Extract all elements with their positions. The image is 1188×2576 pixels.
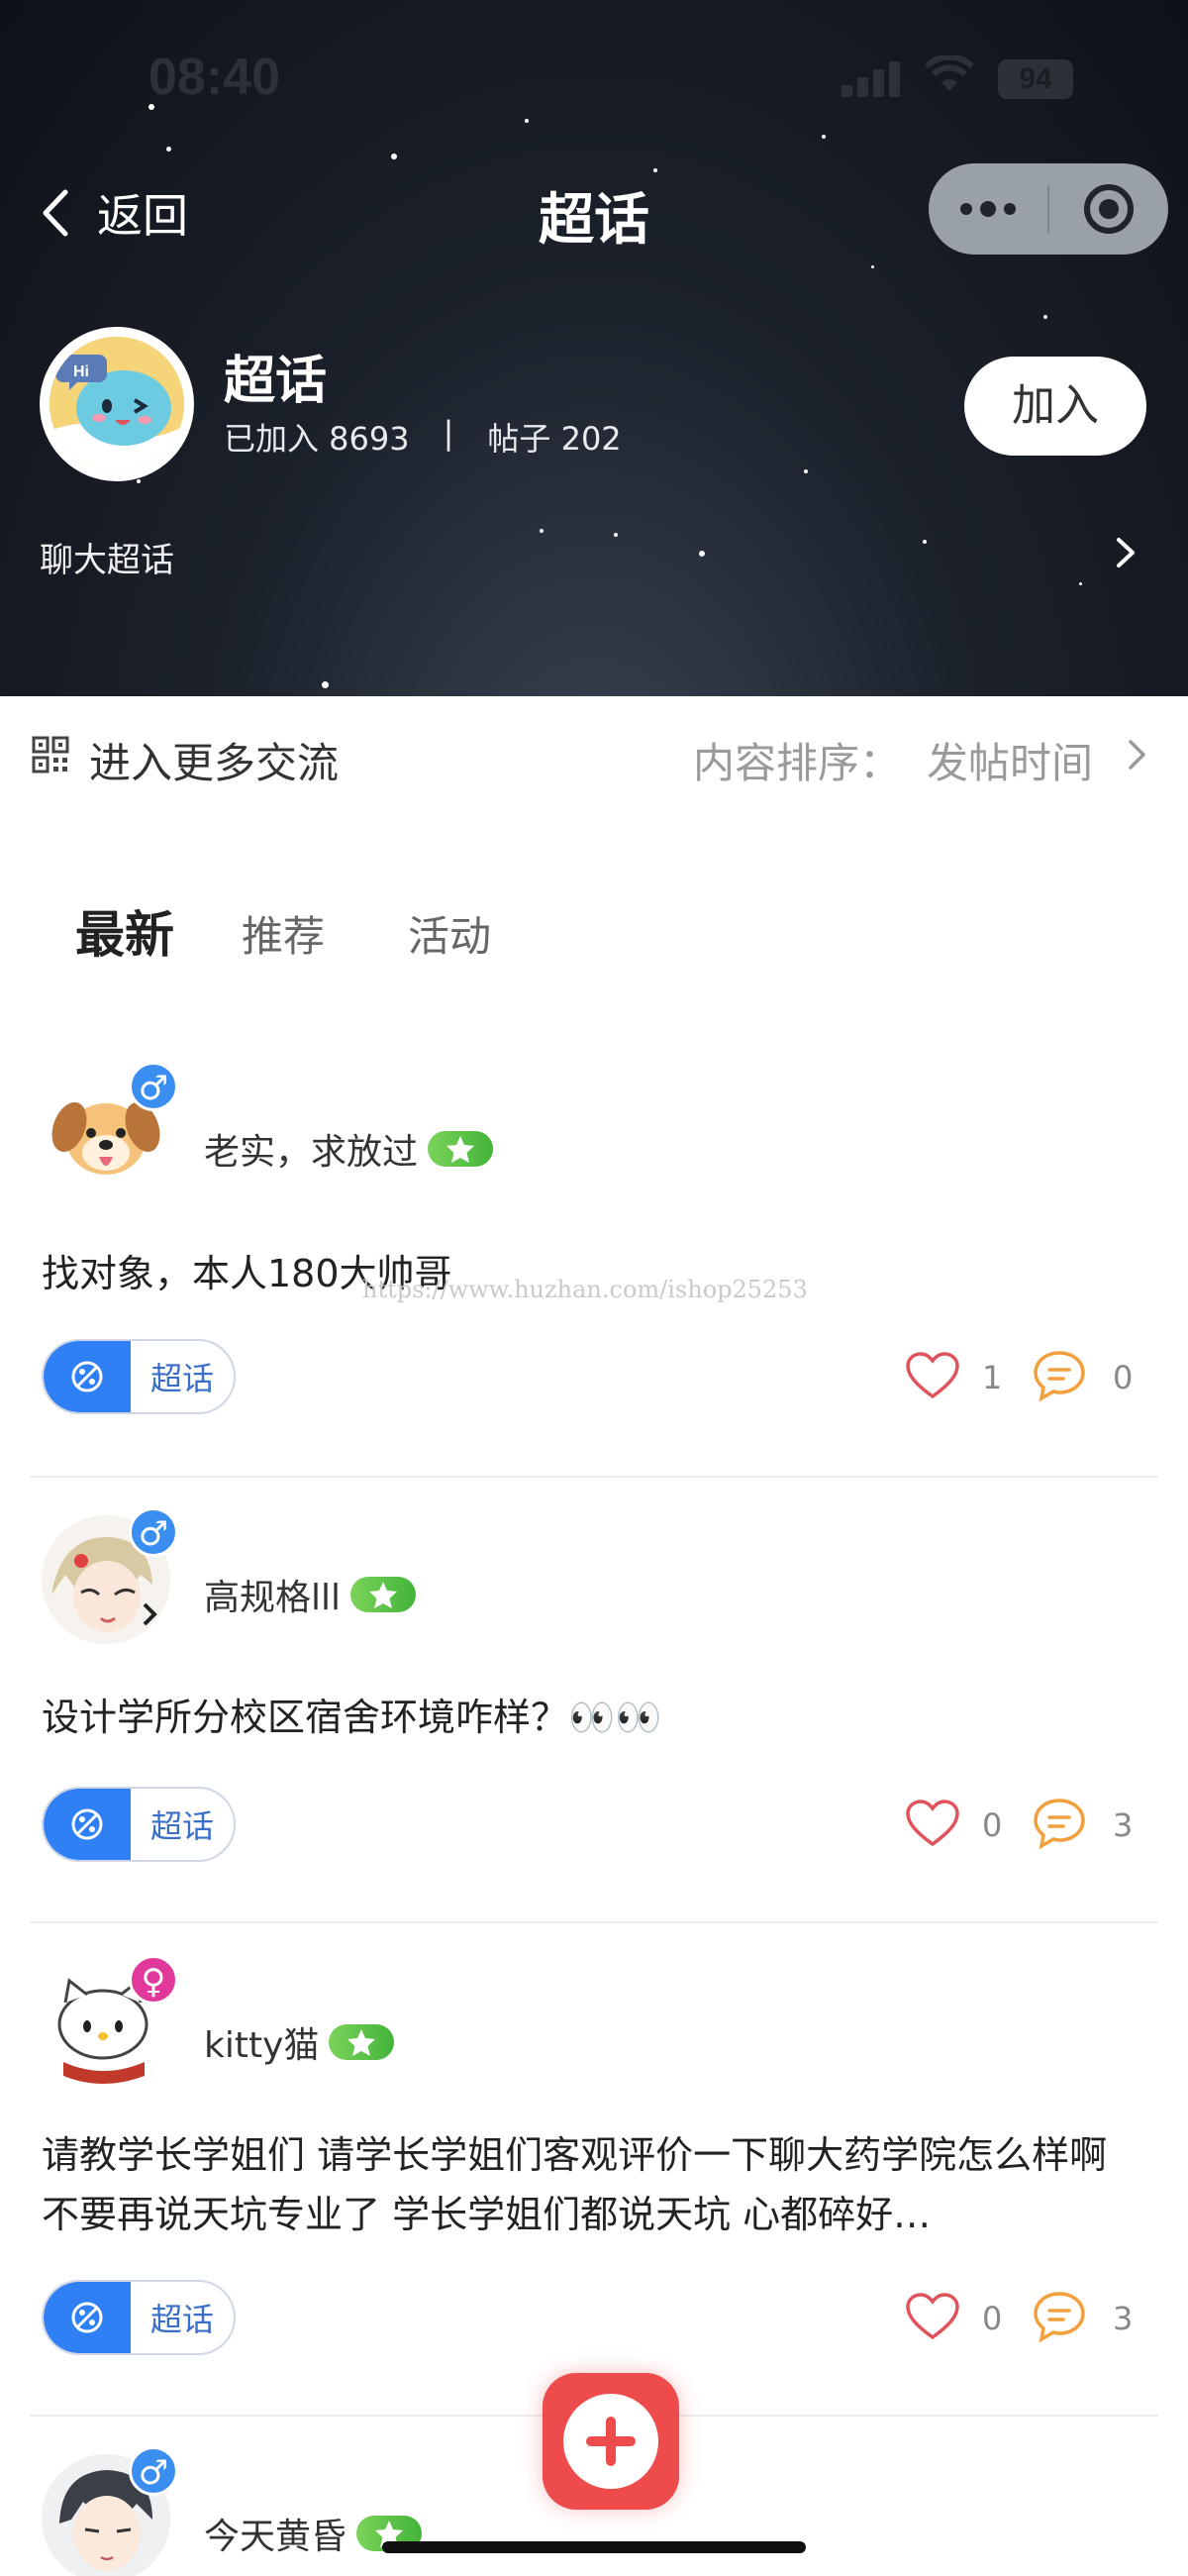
qr-code-icon[interactable] [32, 736, 69, 773]
battery-indicator: 94 [998, 59, 1073, 99]
svg-text:Hi: Hi [73, 363, 89, 380]
post-content[interactable]: 请教学长学姐们 请学长学姐们客观评价一下聊大药学院怎么样啊 不要再说天坑专业了 … [42, 2125, 1150, 2244]
tab-latest[interactable]: 最新 [75, 895, 174, 967]
post-content[interactable]: 设计学所分校区宿舍环境咋样？👀👀 [42, 1688, 1150, 1747]
comment-count: 3 [1113, 2300, 1134, 2337]
author-name: 高规格lll [204, 1578, 342, 1618]
female-gender-icon: ♀ [129, 1955, 178, 2005]
comment-bubble-icon[interactable] [1032, 1349, 1087, 1402]
post-card[interactable]: ♀ kitty猫 请教学长学姐们 请学长学姐们客观评价一下聊大药学院怎么样啊 不… [0, 1925, 1188, 2417]
level-badge-star-icon [350, 1577, 417, 1612]
topic-tag-label: 超话 [150, 1807, 215, 1845]
create-post-button[interactable] [543, 2373, 679, 2510]
topic-tag-icon [44, 2282, 131, 2353]
tab-recommended[interactable]: 推荐 [242, 903, 325, 964]
like-heart-icon[interactable] [905, 1799, 960, 1848]
like-count: 1 [982, 1359, 1003, 1396]
star-decoration [871, 265, 874, 268]
comment-bubble-icon[interactable] [1032, 2290, 1087, 2343]
star-decoration [391, 154, 397, 159]
topic-name: 超话 [224, 352, 328, 411]
tab-activity[interactable]: 活动 [408, 903, 491, 964]
wifi-icon [924, 53, 975, 95]
home-indicator[interactable] [382, 2541, 806, 2553]
star-decoration [699, 551, 705, 557]
star-decoration [804, 469, 808, 473]
author-name: 老实，求放过 [204, 1132, 419, 1173]
post-divider [30, 1921, 1158, 1923]
topic-avatar-image: Hi [50, 337, 184, 471]
topic-tag-label: 超话 [150, 1360, 215, 1397]
stats-separator: | [443, 414, 454, 452]
author-name: kitty猫 [204, 2025, 320, 2066]
comment-count: 3 [1113, 1806, 1134, 1844]
sort-label: 内容排序： [693, 739, 902, 787]
chevron-right-icon[interactable] [1127, 738, 1148, 772]
topic-stats: 已加入 8693 | 帖子 202 [224, 414, 622, 460]
post-author[interactable]: 老实，求放过 [204, 1123, 494, 1175]
miniprogram-capsule [929, 163, 1168, 255]
more-communication-link[interactable]: 进入更多交流 [89, 730, 339, 790]
sort-selector[interactable]: 发帖时间 [927, 730, 1093, 790]
like-heart-icon[interactable] [905, 1351, 960, 1400]
star-decoration [540, 529, 544, 533]
topic-avatar: Hi [40, 327, 194, 481]
topic-tag-icon [44, 1789, 131, 1860]
watermark-text: https://www.huzhan.com/ishop25253 [362, 1276, 808, 1303]
topic-tag-button[interactable]: 超话 [42, 2280, 236, 2355]
topic-tag-label: 超话 [150, 2301, 215, 2338]
navigation-bar: 返回 超话 [0, 163, 1188, 262]
star-decoration [1043, 315, 1047, 319]
like-count: 0 [982, 2300, 1003, 2337]
topic-toolbar: 进入更多交流 内容排序： 发帖时间 [0, 696, 1188, 819]
post-author[interactable]: 高规格lll [204, 1569, 417, 1620]
male-gender-icon: ♂ [129, 1062, 178, 1111]
level-badge-star-icon [428, 1131, 494, 1167]
star-decoration [322, 681, 329, 688]
male-gender-icon: ♂ [129, 1507, 178, 1557]
star-decoration [614, 533, 618, 537]
cellular-signal-icon [842, 61, 903, 97]
post-count: 帖子 202 [487, 420, 622, 458]
topic-tag-icon [44, 1341, 131, 1412]
level-badge-star-icon [329, 2024, 395, 2060]
like-heart-icon[interactable] [905, 2292, 960, 2341]
plus-icon [563, 2394, 658, 2489]
close-miniprogram-button[interactable] [1049, 163, 1168, 255]
author-name: 今天黄昏 [204, 2517, 347, 2557]
comment-count: 0 [1113, 1359, 1134, 1396]
target-icon [1084, 184, 1134, 234]
post-author[interactable]: kitty猫 [204, 2016, 395, 2068]
star-decoration [923, 540, 927, 544]
post-card[interactable]: ♂ 老实，求放过 找对象，本人180大帅哥 超话 1 0 [0, 1032, 1188, 1478]
like-count: 0 [982, 1806, 1003, 1844]
post-card[interactable]: ♂ 高规格lll 设计学所分校区宿舍环境咋样？👀👀 超话 0 3 [0, 1478, 1188, 1923]
male-gender-icon: ♂ [129, 2446, 178, 2496]
joined-count: 已加入 8693 [224, 420, 410, 458]
more-options-button[interactable] [929, 163, 1047, 255]
status-time: 08:40 [148, 49, 280, 106]
join-button[interactable]: 加入 [964, 357, 1146, 456]
status-bar: 08:40 94 [0, 0, 1188, 149]
topic-tag-button[interactable]: 超话 [42, 1787, 236, 1862]
star-decoration [137, 479, 141, 483]
feed-tabs: 最新 推荐 活动 [0, 891, 1188, 990]
star-decoration [1079, 582, 1082, 585]
chevron-right-icon[interactable] [1113, 535, 1138, 570]
topic-tag-button[interactable]: 超话 [42, 1339, 236, 1414]
comment-bubble-icon[interactable] [1032, 1797, 1087, 1850]
topic-header: 08:40 94 返回 超话 Hi 超话 已加入 8693 | 帖子 202 加… [0, 0, 1188, 696]
topic-description[interactable]: 聊大超话 [40, 533, 174, 581]
